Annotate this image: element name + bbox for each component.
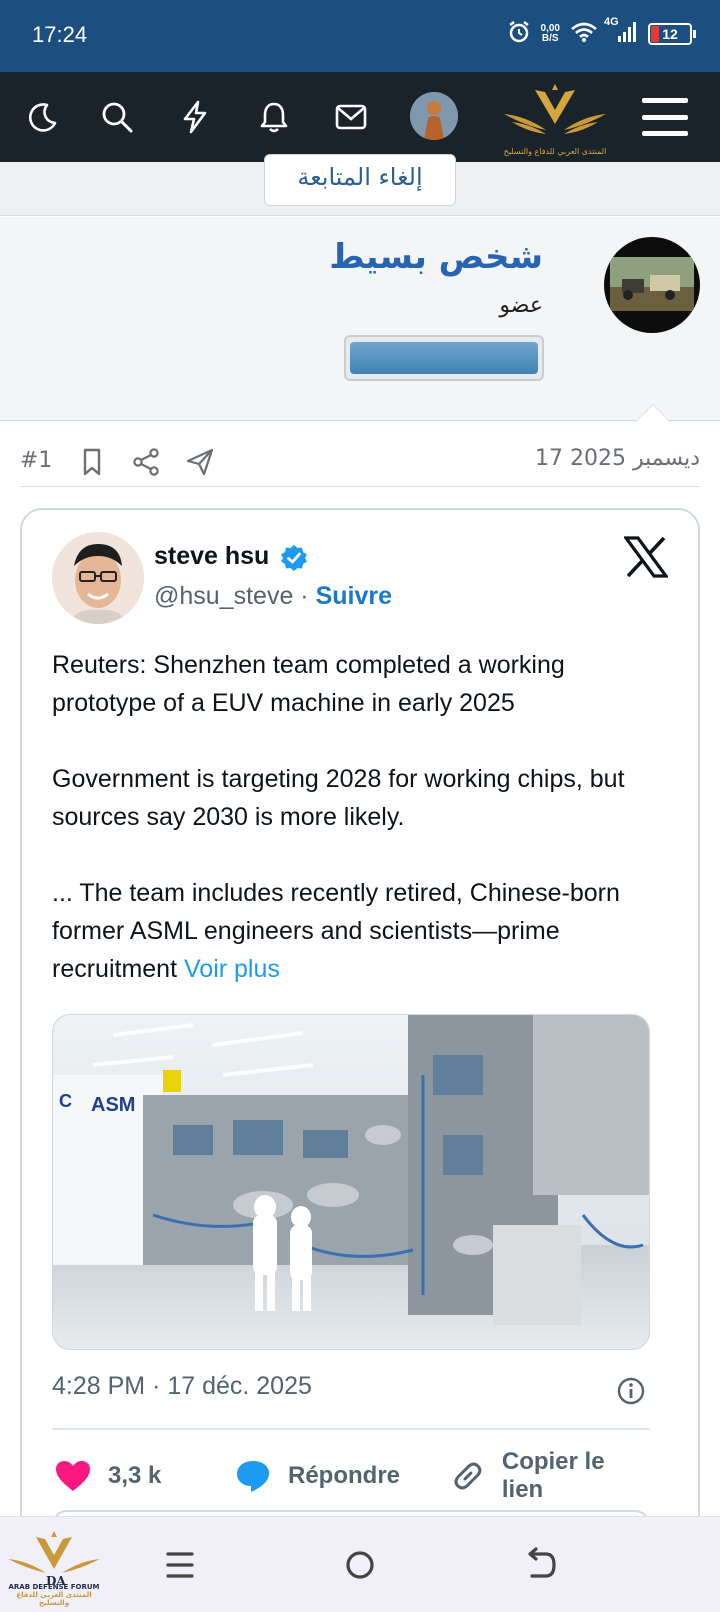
wifi-icon [570,21,598,47]
mail-icon[interactable] [328,94,374,140]
post-meta: #1 17 ديسمبر 2025 [0,440,720,486]
tweet-image[interactable]: C ASM [52,1014,650,1350]
copy-link-button[interactable]: Copier le lien [450,1448,652,1503]
tweet-paragraph: ... The team includes recently retired, … [52,874,662,988]
image-logo-text: ASM [91,1094,135,1116]
back-icon[interactable] [520,1545,560,1585]
search-icon[interactable] [94,94,140,140]
forum-navbar: المنتدى العربي للدفاع والتسليح [0,72,720,162]
post-number[interactable]: #1 [20,448,52,473]
bolt-icon[interactable] [172,94,218,140]
recents-icon[interactable] [160,1545,200,1585]
forum-footer-logo: DA ARAB DEFENSE FORUM المنتدى العربي للد… [6,1531,102,1612]
share-icon[interactable] [130,446,162,478]
tweet-handle[interactable]: @hsu_steve [154,582,293,610]
embedded-tweet[interactable]: steve hsu @hsu_steve · Suivre Reuters: S… [20,508,700,1612]
status-time: 17:24 [32,22,88,47]
moon-icon[interactable] [20,94,66,140]
reply-label: Répondre [288,1462,401,1489]
system-bottom-nav: DA ARAB DEFENSE FORUM المنتدى العربي للد… [0,1516,720,1612]
tweet-handle-row: @hsu_steve · Suivre [154,582,392,611]
verified-badge-icon [280,544,308,572]
post-author-block: شخص بسيط عضو [0,217,720,421]
meta-divider [20,486,700,487]
home-icon[interactable] [340,1545,380,1585]
author-avatar[interactable] [604,237,700,333]
tweet-actions: 3,3 k Répondre Copier le lien [52,1448,652,1503]
svg-text:C: C [59,1091,72,1111]
like-count: 3,3 k [108,1462,162,1489]
author-role: عضو [499,293,543,318]
send-icon[interactable] [184,446,216,478]
follow-strip: إلغاء المتابعة [0,154,720,216]
post-date[interactable]: 17 ديسمبر 2025 [535,446,700,471]
reply-button[interactable]: Répondre [234,1456,400,1496]
tweet-divider [52,1428,650,1430]
x-logo-icon[interactable] [622,536,670,578]
net-speed: 0,00 B/S [541,24,560,44]
heart-icon [56,1461,90,1491]
user-rank-banner [344,335,544,381]
like-button[interactable]: 3,3 k [54,1456,161,1496]
tweet-author-avatar[interactable] [52,532,144,624]
reply-bubble-icon [237,1461,269,1492]
info-icon[interactable] [616,1376,646,1406]
tweet-text: Reuters: Shenzhen team completed a worki… [52,646,662,988]
avatar[interactable] [410,92,458,140]
follow-link[interactable]: Suivre [316,582,392,610]
forum-logo-text: المنتدى العربي للدفاع والتسليح [503,147,607,156]
network-type: 4G [604,16,619,28]
unfollow-button[interactable]: إلغاء المتابعة [264,154,456,206]
handle-separator: · [300,582,309,610]
battery-icon: 12 [648,23,696,45]
alarm-icon [507,20,531,48]
net-speed-unit: B/S [541,33,559,44]
footer-logo-text: ARAB DEFENSE FORUM [8,1583,100,1591]
tweet-paragraph-text: ... The team includes recently retired, … [52,879,620,983]
link-icon [454,1462,482,1490]
status-icons: 0,00 B/S 4G 12 [507,16,696,48]
forum-logo[interactable]: المنتدى العربي للدفاع والتسليح [500,78,610,158]
author-name[interactable]: شخص بسيط [329,237,543,277]
tweet-paragraph: Government is targeting 2028 for working… [52,765,625,831]
bell-icon[interactable] [251,94,297,140]
footer-logo-subtext: المنتدى العربي للدفاع والتسليح [16,1591,92,1607]
tweet-paragraph: Reuters: Shenzhen team completed a worki… [52,651,565,717]
menu-icon[interactable] [642,98,688,136]
copy-link-label: Copier le lien [501,1448,605,1503]
tweet-timestamp[interactable]: 4:28 PM · 17 déc. 2025 [52,1372,312,1401]
signal-icon: 4G [604,16,638,48]
voir-plus-link[interactable]: Voir plus [184,955,280,983]
battery-level: 12 [662,26,678,42]
status-bar: 17:24 0,00 B/S 4G 12 [0,0,720,72]
tweet-author-name[interactable]: steve hsu [154,542,269,571]
bookmark-icon[interactable] [76,446,108,478]
arrow-notch [636,405,670,422]
